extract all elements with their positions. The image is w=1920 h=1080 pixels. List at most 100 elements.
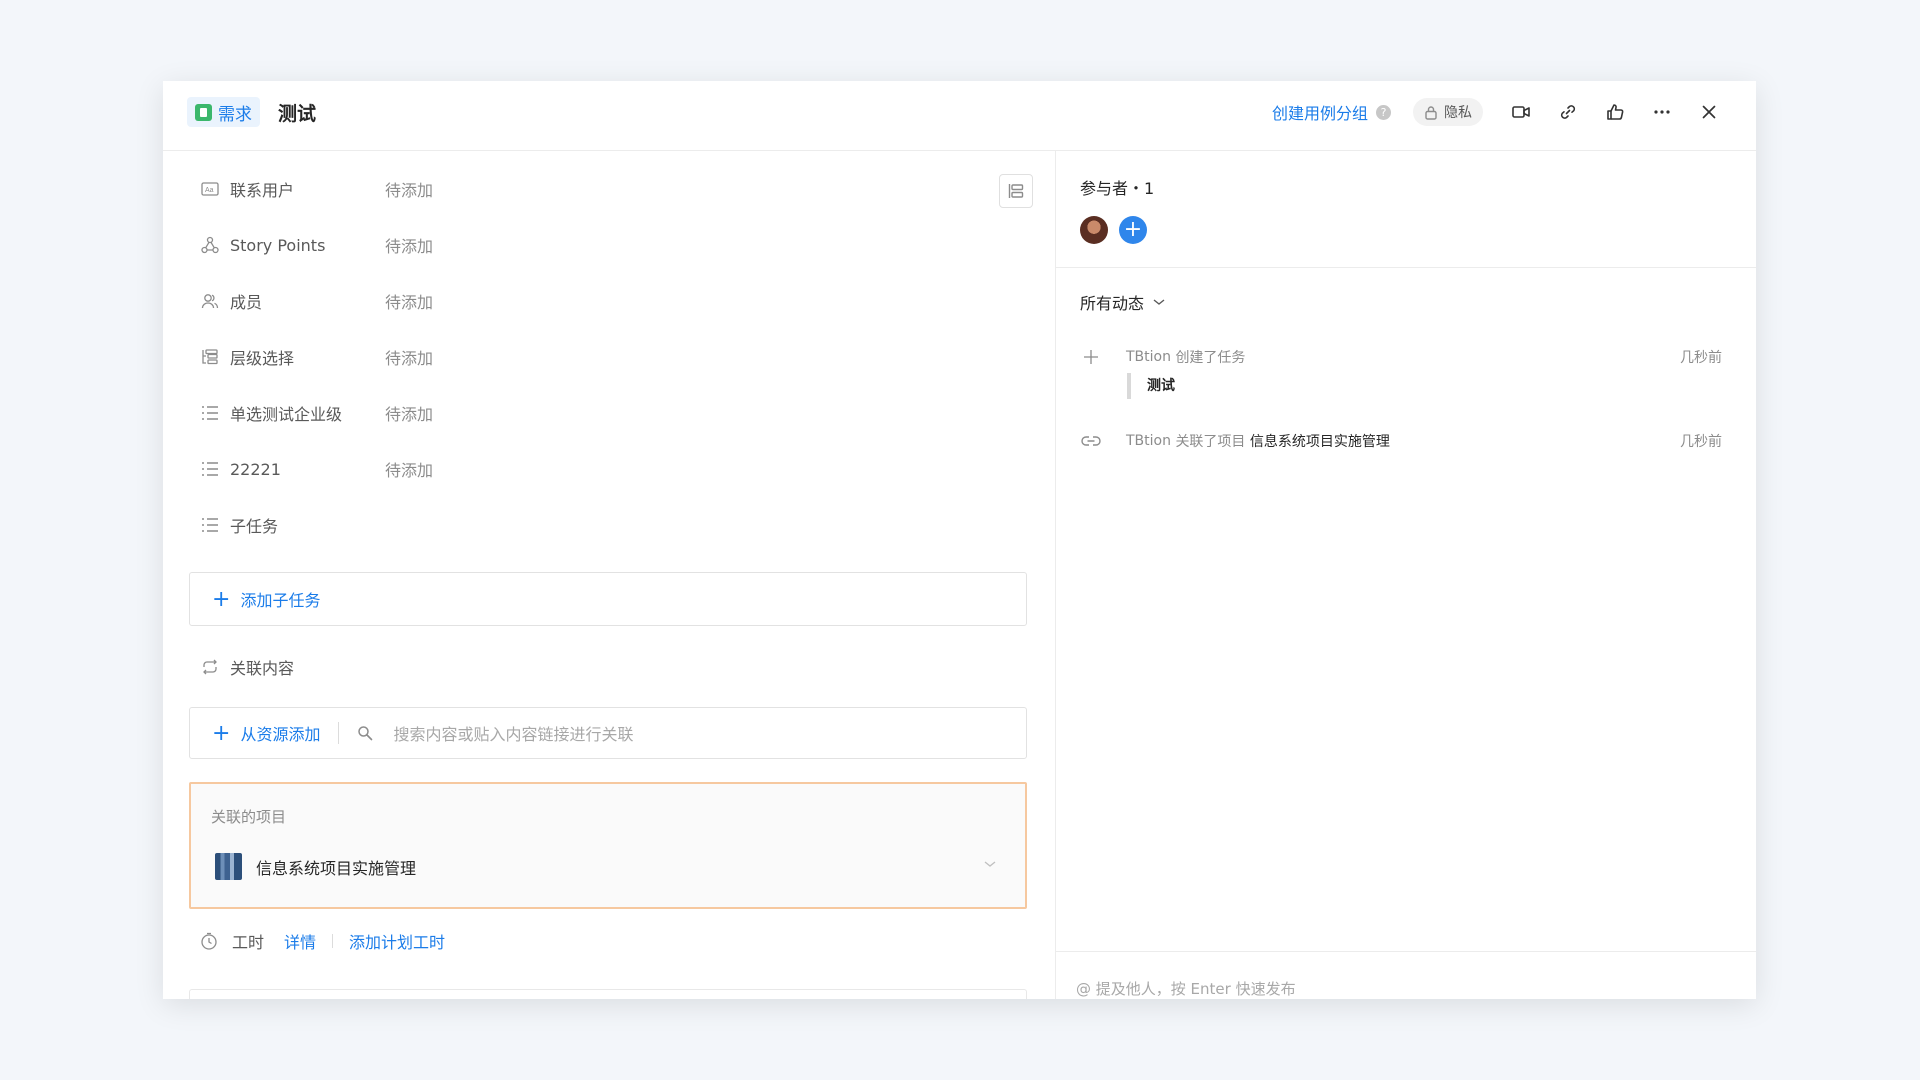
activity-filter-label: 所有动态 — [1080, 294, 1145, 313]
activity-actor: TBtion — [1126, 433, 1171, 449]
layout-icon — [1008, 184, 1024, 198]
create-test-group-link[interactable]: 创建用例分组 ? — [1272, 100, 1391, 124]
modal-header: 需求 测试 创建用例分组 ? 隐私 — [163, 81, 1756, 151]
plus-icon: + — [212, 586, 231, 612]
related-project-item[interactable]: 信息系统项目实施管理 — [215, 853, 416, 880]
task-type-label: 需求 — [218, 104, 252, 125]
related-project-heading: 关联的项目 — [211, 808, 287, 826]
field-story-points[interactable]: Story Points 待添加 — [200, 231, 433, 259]
hierarchy-icon — [200, 347, 220, 367]
field-label: 成员 — [230, 293, 263, 312]
activity-panel: 参与者・1 + 所有动态 TBtion 创建了任务 几秒前 测试 TBtion … — [1056, 151, 1756, 999]
field-label: 单选测试企业级 — [230, 405, 343, 424]
search-icon — [358, 726, 373, 741]
activity-item: TBtion 创建了任务 几秒前 — [1080, 347, 1722, 367]
task-type-badge[interactable]: 需求 — [187, 97, 260, 127]
close-icon — [1702, 105, 1715, 119]
field-value[interactable]: 待添加 — [385, 345, 433, 369]
header-actions: 创建用例分组 ? 隐私 — [1272, 95, 1732, 129]
more-dots-icon — [1653, 110, 1670, 114]
activity-actor: TBtion — [1126, 349, 1171, 365]
add-participant-button[interactable]: + — [1119, 216, 1147, 244]
help-icon[interactable]: ? — [1376, 104, 1391, 120]
field-label: Story Points — [230, 235, 326, 255]
related-link-icon — [200, 657, 220, 677]
task-detail-modal: 需求 测试 创建用例分组 ? 隐私 Aa 联系用户 待添加 Story Poin… — [163, 81, 1756, 999]
privacy-toggle[interactable]: 隐私 — [1413, 98, 1483, 126]
related-project-name: 信息系统项目实施管理 — [256, 858, 417, 878]
chevron-down-icon[interactable] — [983, 859, 997, 869]
field-single-select[interactable]: 单选测试企业级 待添加 — [200, 399, 433, 427]
field-hierarchy[interactable]: 层级选择 待添加 — [200, 343, 433, 371]
related-content-label: 关联内容 — [230, 659, 295, 678]
activity-time: 几秒前 — [1680, 350, 1722, 366]
svg-text:Aa: Aa — [205, 187, 214, 194]
video-camera-icon — [1511, 106, 1530, 118]
activity-quote: 测试 — [1127, 373, 1175, 399]
thumbs-up-icon — [1606, 104, 1623, 120]
participants-title: 参与者・1 — [1080, 179, 1155, 198]
activity-action: 创建了任务 — [1175, 350, 1246, 366]
activity-action: 关联了项目 — [1175, 434, 1246, 450]
task-title[interactable]: 测试 — [278, 99, 316, 126]
related-project-card: 关联的项目 信息系统项目实施管理 — [189, 782, 1027, 909]
worktime-label: 工时 — [232, 933, 265, 952]
link-icon — [1080, 434, 1102, 448]
related-content-section: 关联内容 — [200, 653, 385, 681]
separator — [338, 722, 340, 744]
field-label: 22221 — [230, 459, 281, 479]
field-22221[interactable]: 22221 待添加 — [200, 455, 433, 483]
contact-card-icon: Aa — [200, 179, 220, 199]
field-value[interactable]: 待添加 — [385, 177, 433, 201]
more-button[interactable] — [1638, 95, 1685, 129]
worktime-row: 工时 详情 添加计划工时 — [200, 929, 445, 953]
link-icon — [1560, 105, 1575, 119]
field-contact-user[interactable]: Aa 联系用户 待添加 — [200, 175, 433, 203]
activity-filter-dropdown[interactable]: 所有动态 — [1080, 290, 1166, 314]
requirement-type-icon — [195, 103, 212, 121]
field-value[interactable]: 待添加 — [385, 401, 433, 425]
list-icon — [200, 459, 220, 479]
activity-target-project[interactable]: 信息系统项目实施管理 — [1250, 431, 1390, 451]
video-meeting-button[interactable] — [1497, 95, 1544, 129]
close-button[interactable] — [1685, 95, 1732, 129]
separator — [332, 934, 334, 948]
plus-icon — [1080, 349, 1102, 365]
related-content-bar: + 从资源添加 搜索内容或贴入内容链接进行关联 — [189, 707, 1027, 759]
next-section-box — [189, 989, 1027, 999]
create-test-group-label: 创建用例分组 — [1271, 104, 1368, 123]
related-search-input[interactable]: 搜索内容或贴入内容链接进行关联 — [393, 721, 633, 745]
field-label: 联系用户 — [230, 181, 295, 200]
plus-icon: + — [212, 720, 231, 746]
comment-input[interactable]: @ 提及他人，按 Enter 快速发布 — [1076, 978, 1296, 999]
lock-icon — [1425, 105, 1437, 120]
add-from-resource-button[interactable]: 从资源添加 — [240, 721, 320, 745]
task-fields-panel: Aa 联系用户 待添加 Story Points 待添加 成员 待添加 层级选择… — [163, 151, 1055, 999]
subtask-list-icon — [200, 515, 220, 535]
avatar[interactable] — [1080, 216, 1108, 244]
field-label: 子任务 — [230, 517, 279, 536]
field-value[interactable]: 待添加 — [385, 233, 433, 257]
project-cover-thumbnail — [215, 853, 242, 880]
like-button[interactable] — [1591, 95, 1638, 129]
field-label: 层级选择 — [230, 349, 295, 368]
add-planned-time-link[interactable]: 添加计划工时 — [349, 929, 445, 953]
field-value[interactable]: 待添加 — [385, 457, 433, 481]
story-points-icon — [200, 235, 220, 255]
privacy-label: 隐私 — [1444, 105, 1472, 121]
chevron-down-icon — [1153, 299, 1165, 305]
clock-icon — [200, 932, 220, 950]
activity-time: 几秒前 — [1680, 434, 1722, 450]
add-subtask-label: 添加子任务 — [240, 591, 321, 610]
copy-link-button[interactable] — [1544, 95, 1591, 129]
worktime-details-link[interactable]: 详情 — [284, 929, 316, 953]
add-subtask-button[interactable]: + 添加子任务 — [189, 572, 1027, 626]
divider — [1056, 951, 1756, 952]
field-members[interactable]: 成员 待添加 — [200, 287, 433, 315]
list-icon — [200, 403, 220, 423]
layout-settings-button[interactable] — [999, 174, 1033, 208]
field-subtasks: 子任务 — [200, 511, 385, 539]
field-value[interactable]: 待添加 — [385, 289, 433, 313]
activity-item: TBtion 关联了项目 信息系统项目实施管理 几秒前 — [1080, 431, 1722, 451]
members-icon — [200, 291, 220, 311]
